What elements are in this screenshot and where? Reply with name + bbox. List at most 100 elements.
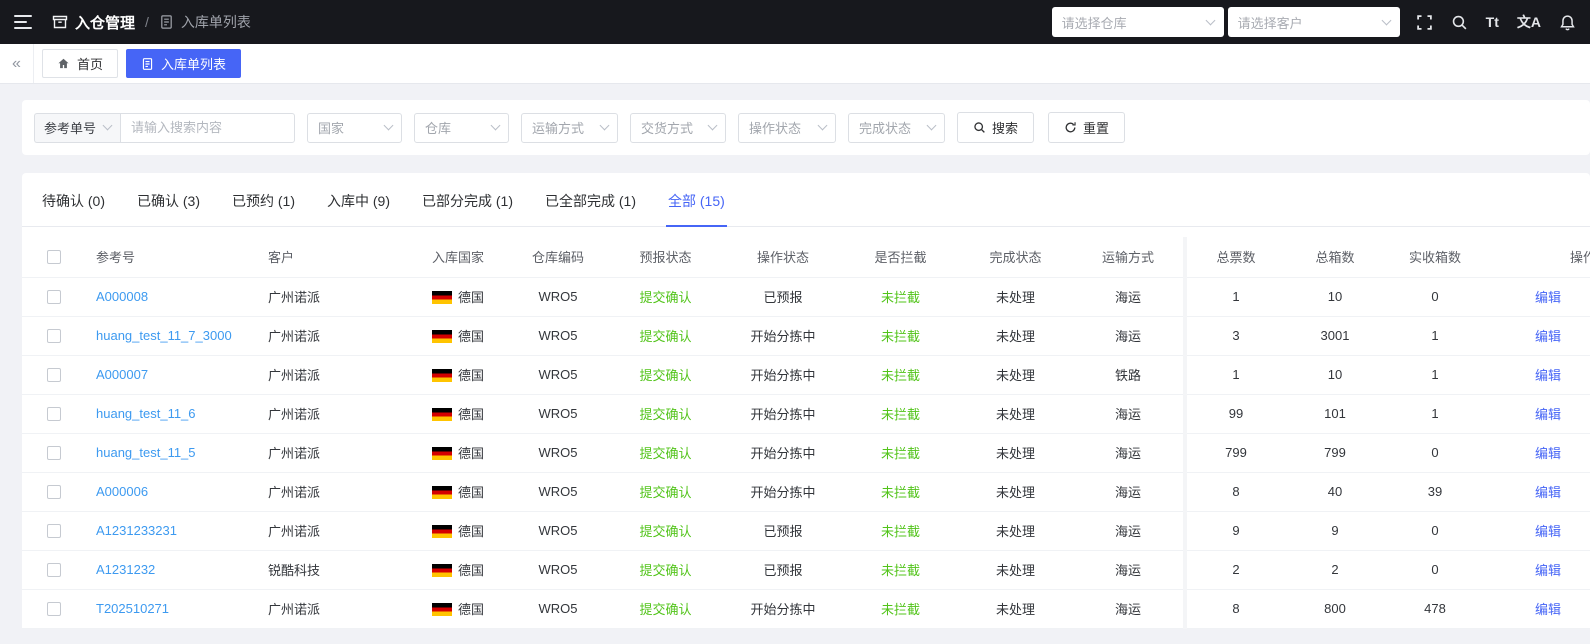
refresh-icon [1065,122,1076,133]
select-all-checkbox[interactable] [47,249,61,264]
reset-button[interactable]: 重置 [1048,112,1126,143]
translate-icon[interactable]: 文A [1517,12,1541,32]
tab-strip: « 首页 入库单列表 [0,44,1590,84]
filter-select-3[interactable]: 运输方式 [521,112,619,143]
reference-link[interactable]: A1231233231 [96,523,177,538]
column-header: 总箱数 [1285,237,1385,278]
edit-link[interactable]: 编辑 [1535,563,1561,578]
bell-icon[interactable] [1559,14,1576,31]
chevron-down-icon [599,120,610,131]
intercept-status-badge: 未拦截 [880,602,920,617]
tab-inbound-list[interactable]: 入库单列表 [126,49,242,78]
search-icon [974,122,985,133]
status-tab-6[interactable]: 已全部完成 (1) [543,173,638,227]
germany-flag-icon [431,330,452,343]
column-header: 预报状态 [608,237,723,278]
row-checkbox[interactable] [47,601,61,616]
status-tab-1[interactable]: 待确认 (0) [40,173,107,227]
filter-select-5[interactable]: 操作状态 [738,112,837,143]
row-checkbox[interactable] [47,328,61,343]
row-checkbox[interactable] [47,523,61,538]
edit-link[interactable]: 编辑 [1535,368,1561,383]
table-row: A1231233231 广州诺派 德国 WRO5 提交确认 已预报 未拦截 未处理 海运 9 9 0 编… [22,511,1590,551]
chevron-down-icon [1205,15,1216,25]
germany-flag-icon [431,525,452,538]
text-size-icon[interactable]: Tt [1486,14,1499,30]
filter-select-2[interactable]: 仓库 [414,112,510,143]
table-row: huang_test_11_7_3000 广州诺派 德国 WRO5 提交确认 开始分拣中未… [22,316,1590,356]
reference-link[interactable]: huang_test_11_6 [96,406,196,421]
reference-link[interactable]: T202510271 [96,601,169,616]
column-header: 运输方式 [1073,237,1185,278]
germany-flag-icon [431,369,452,382]
row-checkbox[interactable] [47,484,61,499]
forecast-status-badge: 提交确认 [639,446,692,461]
search-button[interactable]: 搜索 [957,112,1035,143]
row-checkbox[interactable] [47,445,61,460]
row-checkbox[interactable] [47,562,61,577]
row-checkbox[interactable] [47,406,61,421]
reset-button-label: 重置 [1083,121,1110,136]
menu-toggle-icon[interactable] [14,15,34,29]
status-tab-5[interactable]: 已部分完成 (1) [420,173,515,227]
row-checkbox[interactable] [47,367,61,382]
reference-link[interactable]: huang_test_11_5 [96,445,196,460]
intercept-status-badge: 未拦截 [880,446,920,461]
column-header: 是否拦截 [843,237,958,278]
status-tab-4[interactable]: 入库中 (9) [325,173,392,227]
column-header: 入库国家 [408,237,508,278]
doc-icon [142,57,153,70]
app-header: 入仓管理 / 入库单列表 请选择仓库 请选择客户 Tt 文A [0,0,1590,44]
edit-link[interactable]: 编辑 [1535,485,1561,500]
edit-link[interactable]: 编辑 [1535,290,1561,305]
fullscreen-icon[interactable] [1416,14,1433,31]
filter-select-4[interactable]: 交货方式 [630,112,727,143]
germany-flag-icon [431,486,452,499]
customer-select-placeholder: 请选择客户 [1237,15,1303,31]
edit-link[interactable]: 编辑 [1535,602,1561,617]
filter-select-label: 完成状态 [859,121,912,136]
table-row: A000008 广州诺派 德国 WRO5 提交确认 已预报 未拦截 未处理 海运 1 10 0 编辑 [22,277,1590,317]
reference-link[interactable]: A000008 [96,289,148,304]
reference-link[interactable]: A000006 [96,484,148,499]
collapse-sidebar-icon[interactable]: « [0,44,34,83]
edit-link[interactable]: 编辑 [1535,524,1561,539]
reference-link[interactable]: A000007 [96,367,148,382]
filter-select-1[interactable]: 国家 [307,112,403,143]
status-tab-7[interactable]: 全部 (15) [666,173,727,227]
search-input[interactable] [120,112,296,143]
tab-home-label: 首页 [77,57,104,72]
status-tab-2[interactable]: 已确认 (3) [135,173,202,227]
edit-link[interactable]: 编辑 [1535,446,1561,461]
table-row: A000006 广州诺派 德国 WRO5 提交确认 开始分拣中 未拦截 未处理 海运 8 40 39 编… [22,472,1590,512]
intercept-status-badge: 未拦截 [880,485,920,500]
forecast-status-badge: 提交确认 [639,602,692,617]
search-icon[interactable] [1451,14,1468,31]
customer-select[interactable]: 请选择客户 [1227,7,1400,37]
module-box-icon [52,15,68,29]
filter-select-label: 国家 [318,121,345,136]
status-tab-3[interactable]: 已预约 (1) [230,173,297,227]
chevron-down-icon [383,120,394,131]
edit-link[interactable]: 编辑 [1535,407,1561,422]
filter-select-6[interactable]: 完成状态 [848,112,946,143]
intercept-status-badge: 未拦截 [880,407,920,422]
warehouse-select[interactable]: 请选择仓库 [1051,7,1224,37]
breadcrumb-page: 入库单列表 [180,14,251,30]
forecast-status-badge: 提交确认 [639,407,692,422]
tab-home[interactable]: 首页 [42,49,119,78]
chevron-down-icon [102,120,113,131]
row-checkbox[interactable] [47,289,61,304]
reference-link[interactable]: huang_test_11_7_3000 [96,328,232,343]
filter-select-label: 仓库 [425,121,452,136]
chevron-down-icon [1381,15,1392,25]
reference-link[interactable]: A1231232 [96,562,155,577]
table-container: 参考号 客户 入库国家 仓库编码 预报状态 操作状态 是否拦截 完成状态 运输方式 总票数 总箱数实… [22,237,1590,629]
intercept-status-badge: 未拦截 [880,524,920,539]
column-header: 客户 [258,237,408,278]
edit-link[interactable]: 编辑 [1535,329,1561,344]
search-type-select[interactable]: 参考单号 [34,112,121,143]
germany-flag-icon [431,603,452,616]
column-header: 总票数 [1183,237,1285,278]
breadcrumb-separator: / [145,14,149,30]
